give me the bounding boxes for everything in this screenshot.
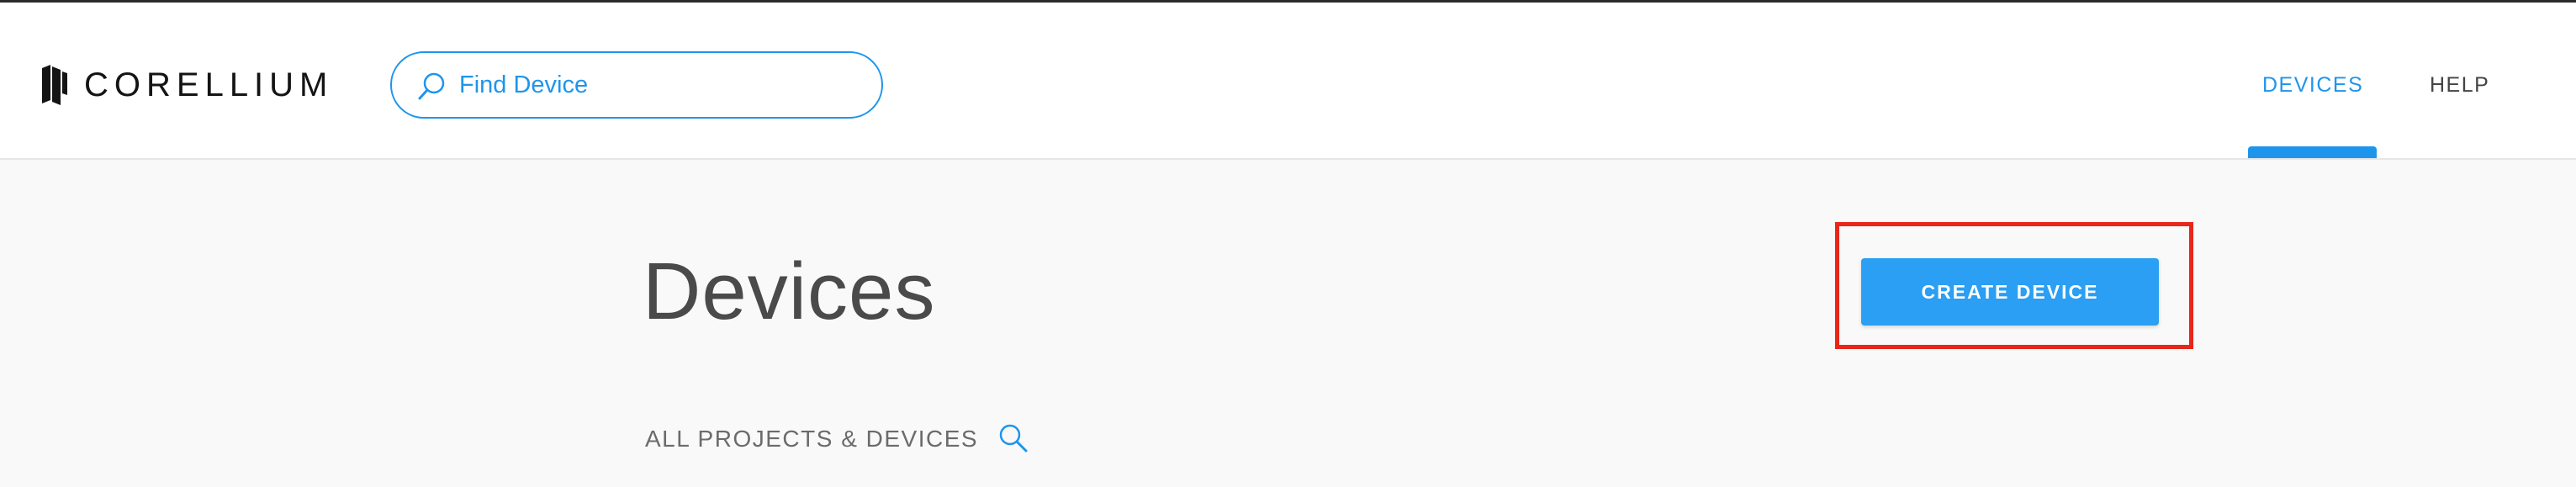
nav-help[interactable]: HELP xyxy=(2430,73,2489,98)
nav-devices[interactable]: DEVICES xyxy=(2262,73,2363,98)
corellium-logo-icon xyxy=(42,65,67,105)
search-icon[interactable] xyxy=(997,422,1029,454)
active-tab-indicator xyxy=(2248,146,2377,158)
search-icon xyxy=(418,72,445,100)
search-input[interactable] xyxy=(459,68,854,102)
device-search[interactable] xyxy=(390,51,883,119)
create-device-button[interactable]: CREATE DEVICE xyxy=(1861,258,2159,326)
section-heading: ALL PROJECTS & DEVICES xyxy=(645,426,979,452)
brand-logo[interactable]: CORELLIUM xyxy=(39,61,333,109)
page-title: Devices xyxy=(643,246,936,336)
brand-name: CORELLIUM xyxy=(84,66,334,103)
app-header: CORELLIUM DEVICES HELP xyxy=(0,3,2576,160)
